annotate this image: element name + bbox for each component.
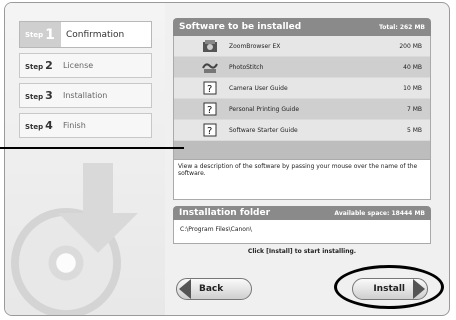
software-row-zoombrowser[interactable]: ZoomBrowser EX 200 MB <box>174 36 430 57</box>
back-label: Back <box>199 284 224 294</box>
step-4-number: Step 4 <box>20 119 63 132</box>
software-size: 10 MB <box>403 84 422 92</box>
available-space: Available space: 18444 MB <box>334 209 425 217</box>
step-2: Step 2 License <box>19 53 152 78</box>
main-panel: Software to be installed Total: 262 MB Z… <box>173 18 431 255</box>
install-highlight-circle <box>334 265 444 309</box>
photostitch-icon <box>202 63 218 73</box>
step-1-label: Confirmation <box>66 29 125 40</box>
svg-text:?: ? <box>207 126 212 137</box>
svg-text:?: ? <box>207 105 212 116</box>
software-size: 7 MB <box>406 105 422 113</box>
step-2-prefix: Step <box>25 63 44 71</box>
callout-leader-line <box>0 147 184 149</box>
guide-book-icon: ? <box>203 123 217 137</box>
left-panel: Step 1 Confirmation Step 2 License Step 3 I… <box>5 3 165 315</box>
software-title: Software to be installed <box>179 22 302 32</box>
step-4: Step 4 Finish <box>19 113 152 138</box>
step-2-number: Step 2 <box>20 59 63 72</box>
step-1-num: 1 <box>45 26 55 43</box>
step-2-num: 2 <box>45 59 53 72</box>
step-4-num: 4 <box>45 119 53 132</box>
software-row-camera-guide[interactable]: ? Camera User Guide 10 MB <box>174 78 430 99</box>
software-description: View a description of the software by pa… <box>173 160 431 200</box>
software-name: Software Starter Guide <box>229 126 298 134</box>
step-2-label: License <box>63 61 94 70</box>
step-1: Step 1 Confirmation <box>19 21 152 48</box>
software-row-starter-guide[interactable]: ? Software Starter Guide 5 MB <box>174 120 430 141</box>
step-3-prefix: Step <box>25 93 44 101</box>
svg-text:?: ? <box>207 84 212 95</box>
folder-title: Installation folder <box>179 208 271 218</box>
software-size: 200 MB <box>399 42 422 50</box>
step-4-prefix: Step <box>25 123 44 131</box>
list-filler <box>174 141 430 159</box>
folder-path: C:\Program Files\Canon\ <box>173 220 431 244</box>
step-4-label: Finish <box>63 121 86 130</box>
zoombrowser-icon <box>203 40 217 52</box>
step-1-number: Step 1 <box>20 22 61 47</box>
software-name: PhotoStitch <box>229 63 264 71</box>
software-row-printing-guide[interactable]: ? Personal Printing Guide 7 MB <box>174 99 430 120</box>
back-arrow-icon <box>179 279 191 299</box>
software-name: Personal Printing Guide <box>229 105 300 113</box>
software-size: 5 MB <box>406 126 422 134</box>
install-instruction: Click [Install] to start installing. <box>247 248 357 255</box>
software-name: Camera User Guide <box>229 84 288 92</box>
software-name: ZoomBrowser EX <box>229 42 281 50</box>
software-header: Software to be installed Total: 262 MB <box>173 18 431 36</box>
software-row-photostitch[interactable]: PhotoStitch 40 MB <box>174 57 430 78</box>
step-3-label: Installation <box>63 91 108 100</box>
guide-book-icon: ? <box>203 81 217 95</box>
software-list: ZoomBrowser EX 200 MB PhotoStitch 40 MB … <box>173 36 431 160</box>
step-3: Step 3 Installation <box>19 83 152 108</box>
step-1-prefix: Step <box>25 30 44 39</box>
folder-header: Installation folder Available space: 184… <box>173 206 431 220</box>
step-3-number: Step 3 <box>20 89 63 102</box>
step-3-num: 3 <box>45 89 53 102</box>
guide-book-icon: ? <box>203 102 217 116</box>
step-list: Step 1 Confirmation Step 2 License Step 3 I… <box>19 21 152 143</box>
software-size: 40 MB <box>403 63 422 71</box>
total-size: Total: 262 MB <box>378 23 425 31</box>
back-button[interactable]: Back <box>176 278 252 300</box>
